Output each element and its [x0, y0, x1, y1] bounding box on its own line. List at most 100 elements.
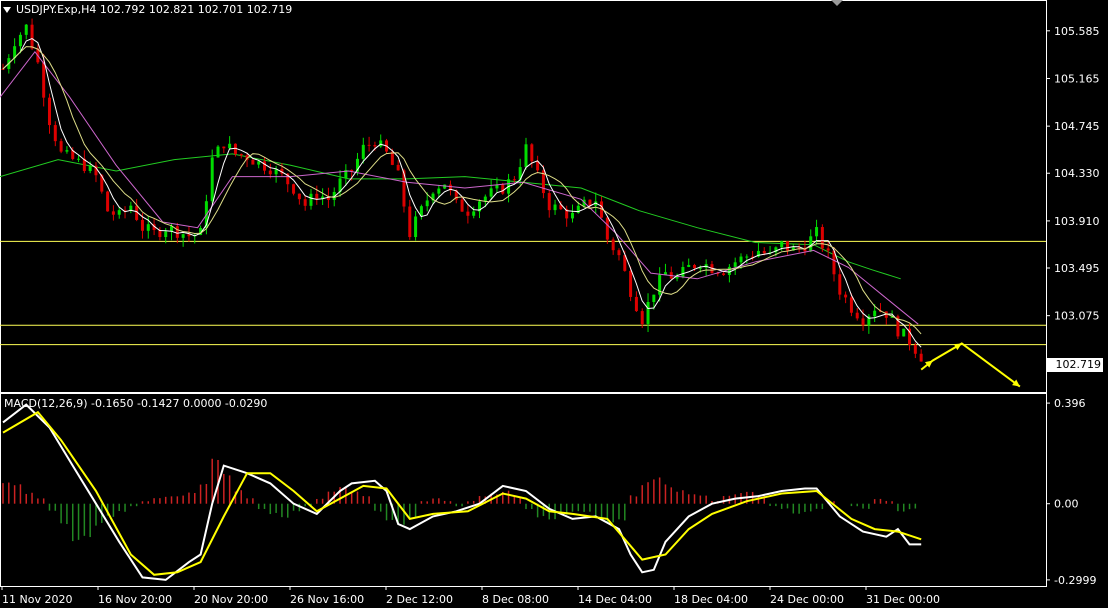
candle-body — [30, 24, 34, 49]
chart-menu-icon[interactable] — [3, 7, 11, 13]
candle-body — [809, 236, 813, 252]
candle-body — [164, 231, 168, 238]
time-tick-label: 11 Nov 2020 — [2, 593, 72, 606]
candle-body — [902, 328, 906, 337]
candle-body — [687, 264, 691, 267]
price-ticks: 105.585 105.165 104.745 104.330 103.910 103.4… — [1046, 25, 1100, 370]
candle-body — [512, 179, 516, 181]
candle-body — [210, 157, 214, 202]
macd-line-path — [2, 403, 922, 581]
candle-body — [88, 165, 92, 172]
price-axis[interactable]: 105.585 105.165 104.745 104.330 103.910 103.4… — [1046, 25, 1100, 371]
candle-body — [652, 294, 656, 302]
macd-pane[interactable]: 0.396 0.00 -0.2999 — [0, 393, 1097, 587]
candle-body — [547, 193, 551, 211]
projection-path — [920, 342, 1021, 388]
candle-body — [315, 193, 319, 199]
price-tick-label: 105.585 — [1054, 25, 1100, 38]
time-ticks: 11 Nov 2020 16 Nov 20:00 20 Nov 20:00 26 No… — [1, 586, 940, 606]
candle-body — [815, 227, 819, 237]
time-tick-label: 31 Dec 00:00 — [866, 593, 940, 606]
candle-body — [646, 301, 650, 325]
candle-body — [18, 34, 22, 47]
candle-body — [303, 199, 307, 206]
candle-body — [117, 210, 121, 215]
candle-body — [489, 188, 493, 197]
price-tick-label: 105.165 — [1054, 72, 1100, 85]
ma-mid-line — [0, 50, 919, 325]
candle-body — [268, 170, 272, 175]
candle-body — [106, 191, 110, 212]
candle-body — [530, 144, 534, 162]
candle-body — [146, 224, 150, 231]
ma-short-line — [2, 38, 922, 348]
time-tick-label: 14 Dec 04:00 — [578, 593, 652, 606]
candle-body — [414, 216, 418, 238]
price-tick-label: 104.745 — [1054, 120, 1100, 133]
candle-body — [437, 188, 441, 194]
time-tick-label: 16 Nov 20:00 — [98, 593, 172, 606]
moving-average-mid — [0, 50, 919, 325]
candle-body — [698, 267, 702, 269]
time-tick-label: 24 Dec 00:00 — [770, 593, 844, 606]
candle-body — [158, 230, 162, 238]
macd-tick-label: 0.396 — [1054, 397, 1086, 410]
macd-header: MACD(12,26,9) -0.1650 -0.1427 0.0000 -0.… — [4, 397, 268, 410]
main-pane-frame — [0, 0, 1047, 393]
price-tick-label: 103.910 — [1054, 215, 1100, 228]
candle-body — [222, 146, 226, 149]
candle-body — [396, 164, 400, 171]
scroll-tab-icon[interactable] — [831, 0, 843, 6]
candle-body — [263, 161, 266, 171]
candle-body — [367, 144, 371, 146]
candles — [1, 18, 923, 362]
chart-header[interactable]: USDJPY.Exp,H4 102.792 102.821 102.701 10… — [3, 3, 292, 16]
candle-body — [786, 241, 789, 251]
ma-fast-line — [2, 46, 922, 335]
symbol-quote: USDJPY.Exp,H4 102.792 102.821 102.701 10… — [16, 3, 293, 16]
time-tick-label: 8 Dec 08:00 — [482, 593, 549, 606]
candle-body — [629, 270, 633, 297]
candle-body — [47, 97, 51, 126]
signal-line — [2, 410, 922, 576]
signal-line-path — [2, 410, 922, 576]
candle-body — [693, 264, 697, 269]
macd-tick-label: 0.00 — [1054, 498, 1079, 511]
candle-body — [722, 273, 726, 275]
time-axis[interactable]: 11 Nov 2020 16 Nov 20:00 20 Nov 20:00 26 No… — [1, 586, 940, 606]
candle-body — [42, 62, 46, 98]
candle-body — [501, 184, 505, 194]
current-price-label: 102.719 — [1047, 358, 1103, 372]
candle-body — [408, 206, 412, 238]
price-tick-label: 104.330 — [1054, 167, 1100, 180]
main-pane[interactable] — [0, 0, 1047, 393]
candle-body — [873, 310, 877, 317]
candle-body — [373, 145, 377, 147]
candle-body — [780, 241, 784, 248]
candle-body — [861, 318, 865, 326]
candle-body — [257, 161, 261, 165]
candle-body — [727, 266, 731, 275]
price-tick-label: 103.075 — [1054, 310, 1100, 323]
candle-body — [483, 196, 487, 202]
candle-body — [466, 211, 470, 216]
projection-arrows[interactable] — [920, 342, 1021, 388]
candle-body — [425, 200, 429, 207]
candle-body — [77, 158, 81, 160]
candle-body — [140, 219, 144, 231]
candle-body — [53, 125, 57, 142]
candle-body — [733, 262, 737, 267]
candle-body — [251, 159, 255, 165]
candle-body — [634, 296, 638, 312]
horizontal-levels[interactable] — [0, 240, 1046, 346]
time-tick-label: 18 Dec 04:00 — [674, 593, 748, 606]
candle-body — [588, 199, 592, 206]
macd-line — [2, 403, 922, 581]
moving-average-short — [2, 38, 922, 348]
candle-body — [570, 212, 574, 219]
candle-body — [745, 256, 749, 258]
price-tick-label: 103.495 — [1054, 262, 1100, 275]
candle-body — [111, 211, 115, 215]
candle-body — [640, 311, 644, 325]
trading-chart[interactable]: 105.585 105.165 104.745 104.330 103.910 103.4… — [0, 0, 1108, 608]
